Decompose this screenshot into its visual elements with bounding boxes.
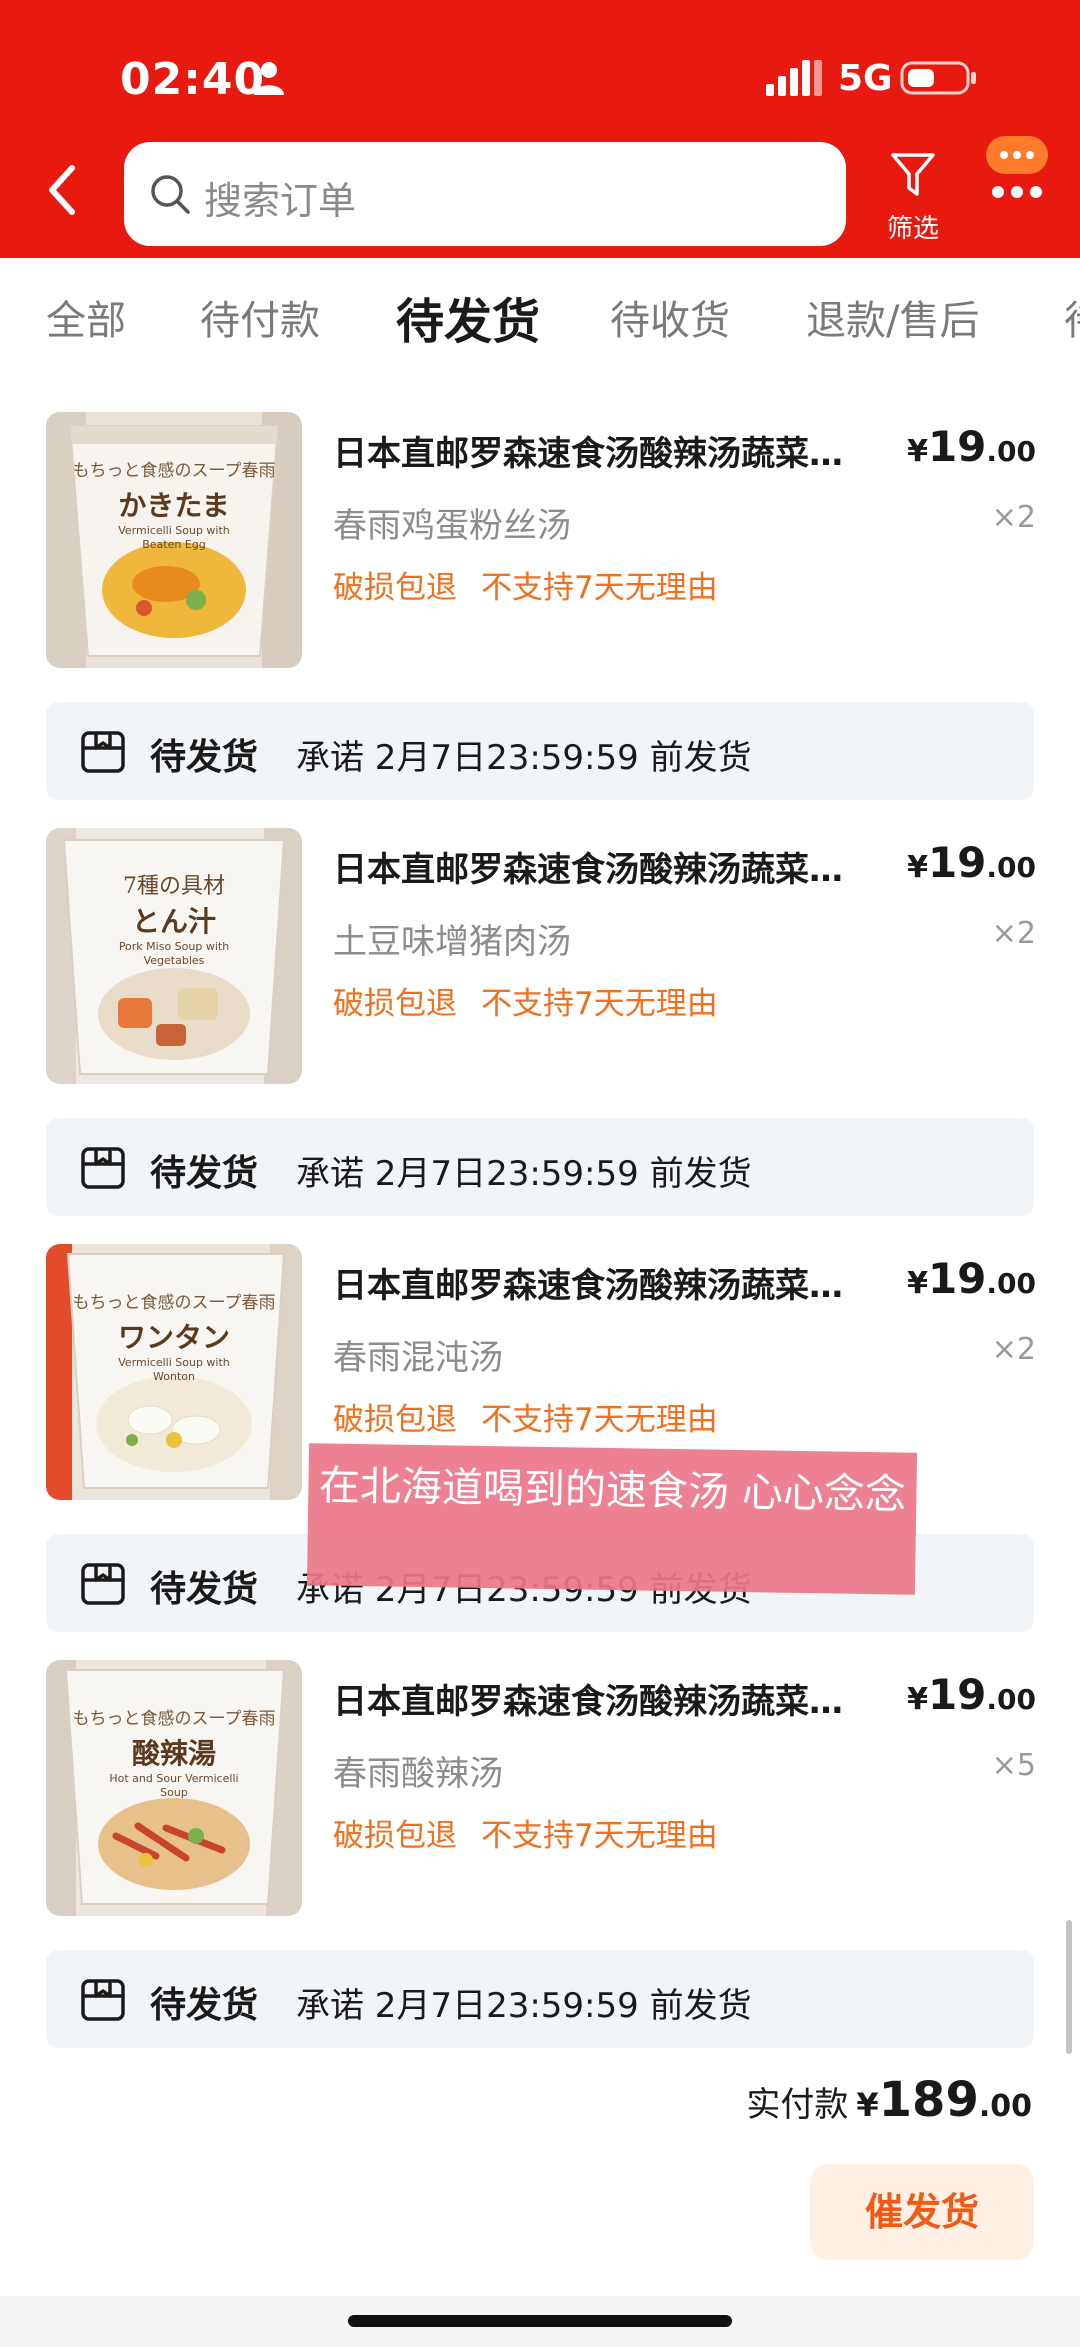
thumb-top-text: もちっと食感のスープ春雨 <box>72 461 276 481</box>
tag-no-7day-return: 不支持7天无理由 <box>481 1402 718 1438</box>
order-total: 实付款 ¥189.00 <box>746 2072 1032 2128</box>
order-item[interactable]: もちっと食感のスープ春雨 かきたま Vermicelli Soup with B… <box>0 412 1080 672</box>
tab-refund-aftersales[interactable]: 退款/售后 <box>806 288 979 346</box>
product-quantity: ×5 <box>991 1748 1036 1783</box>
tag-damage-refund: 破损包退 <box>333 570 457 606</box>
product-price: ¥19.00 <box>907 1254 1036 1303</box>
product-title[interactable]: 日本直邮罗森速食汤酸辣汤蔬菜… <box>333 426 903 475</box>
thumb-sub-text: Vermicelli Soup with Wonton <box>118 1356 230 1383</box>
app-header: 02:40 5G 搜索订单 筛选 <box>0 0 1080 258</box>
product-price: ¥19.00 <box>907 838 1036 887</box>
search-placeholder: 搜索订单 <box>204 179 357 223</box>
order-tabs: 全部 待付款 待发货 待收货 退款/售后 待 <box>0 258 1080 378</box>
tab-partial[interactable]: 待 <box>1064 288 1080 346</box>
scrollbar[interactable] <box>1066 1920 1072 2054</box>
product-price: ¥19.00 <box>907 1670 1036 1719</box>
thumb-main-text: 酸辣湯 <box>131 1737 216 1770</box>
back-arrow-icon[interactable] <box>40 160 84 220</box>
service-tags: 破损包退 不支持7天无理由 <box>333 1394 718 1439</box>
tag-no-7day-return: 不支持7天无理由 <box>481 1818 718 1854</box>
ship-status: 待发货 <box>150 1153 259 1194</box>
thumb-top-text: 7種の具材 <box>123 874 225 899</box>
thumb-main-text: とん汁 <box>131 905 216 938</box>
urge-shipment-button[interactable]: 催发货 <box>810 2164 1034 2260</box>
package-icon <box>81 1979 125 2021</box>
ship-promise: 承诺 2月7日23:59:59 前发货 <box>296 1154 752 1194</box>
thumb-main-text: かきたま <box>118 489 230 522</box>
thumb-sub-text: Vermicelli Soup with Beaten Egg <box>118 524 230 551</box>
order-item[interactable]: もちっと食感のスープ春雨 酸辣湯 Hot and Sour Vermicelli… <box>0 1660 1080 1920</box>
product-quantity: ×2 <box>991 916 1036 951</box>
tab-pending-shipment[interactable]: 待发货 <box>396 282 540 352</box>
product-title[interactable]: 日本直邮罗森速食汤酸辣汤蔬菜… <box>333 1674 903 1723</box>
thumb-sub-text: Pork Miso Soup with Vegetables <box>118 940 230 967</box>
shipping-status-bar: 待发货 承诺 2月7日23:59:59 前发货 <box>46 1118 1034 1216</box>
tab-pending-payment[interactable]: 待付款 <box>200 288 320 346</box>
tag-damage-refund: 破损包退 <box>333 986 457 1022</box>
product-variant: 春雨酸辣汤 <box>333 1754 503 1794</box>
network-type: 5G <box>838 58 893 99</box>
filter-button[interactable]: 筛选 <box>880 146 946 246</box>
shipping-status-bar: 待发货 承诺 2月7日23:59:59 前发货 <box>46 1950 1034 2048</box>
ship-promise: 承诺 2月7日23:59:59 前发货 <box>296 1986 752 2026</box>
status-bar: 02:40 5G <box>0 0 1080 140</box>
overlay-caption: 在北海道喝到的速食汤 心心念念 <box>306 1443 918 1595</box>
service-tags: 破损包退 不支持7天无理由 <box>333 562 718 607</box>
tag-no-7day-return: 不支持7天无理由 <box>481 570 718 606</box>
thumb-top-text: もちっと食感のスープ春雨 <box>72 1709 276 1729</box>
person-icon <box>254 62 284 95</box>
package-icon <box>81 1563 125 1605</box>
tag-no-7day-return: 不支持7天无理由 <box>481 986 718 1022</box>
product-title[interactable]: 日本直邮罗森速食汤酸辣汤蔬菜… <box>333 842 903 891</box>
order-item[interactable]: 7種の具材 とん汁 Pork Miso Soup with Vegetables… <box>0 828 1080 1088</box>
ship-status: 待发货 <box>150 1569 259 1610</box>
filter-label: 筛选 <box>886 214 939 244</box>
tab-all[interactable]: 全部 <box>46 288 126 346</box>
total-amount: 189 <box>878 2072 979 2128</box>
total-label: 实付款 <box>746 2085 849 2125</box>
thumb-main-text: ワンタン <box>117 1321 230 1354</box>
product-variant: 春雨混沌汤 <box>333 1338 503 1378</box>
home-indicator[interactable] <box>348 2315 732 2327</box>
ship-promise: 承诺 2月7日23:59:59 前发货 <box>296 738 752 778</box>
ship-status: 待发货 <box>150 737 259 778</box>
product-price: ¥19.00 <box>907 422 1036 471</box>
product-thumbnail[interactable]: もちっと食感のスープ春雨 ワンタン Vermicelli Soup with W… <box>46 1244 302 1500</box>
battery-icon <box>900 61 976 95</box>
package-icon <box>81 731 125 773</box>
product-thumbnail[interactable]: もちっと食感のスープ春雨 酸辣湯 Hot and Sour Vermicelli… <box>46 1660 302 1916</box>
ship-status: 待发货 <box>150 1985 259 2026</box>
thumb-sub-text: Hot and Sour Vermicelli Soup <box>109 1772 239 1799</box>
thumb-top-text: もちっと食感のスープ春雨 <box>72 1293 276 1313</box>
product-quantity: ×2 <box>991 500 1036 535</box>
product-title[interactable]: 日本直邮罗森速食汤酸辣汤蔬菜… <box>333 1258 903 1307</box>
search-input[interactable]: 搜索订单 <box>124 142 846 246</box>
tag-damage-refund: 破损包退 <box>333 1402 457 1438</box>
product-variant: 土豆味增猪肉汤 <box>333 922 571 962</box>
service-tags: 破损包退 不支持7天无理由 <box>333 1810 718 1855</box>
product-variant: 春雨鸡蛋粉丝汤 <box>333 506 571 546</box>
product-thumbnail[interactable]: 7種の具材 とん汁 Pork Miso Soup with Vegetables <box>46 828 302 1084</box>
signal-icon <box>766 60 822 96</box>
search-icon <box>151 175 190 214</box>
product-thumbnail[interactable]: もちっと食感のスープ春雨 かきたま Vermicelli Soup with B… <box>46 412 302 668</box>
shipping-status-bar: 待发货 承诺 2月7日23:59:59 前发货 <box>46 702 1034 800</box>
status-time: 02:40 <box>120 54 266 105</box>
filter-icon <box>891 153 935 196</box>
product-quantity: ×2 <box>991 1332 1036 1367</box>
service-tags: 破损包退 不支持7天无理由 <box>333 978 718 1023</box>
tab-pending-receipt[interactable]: 待收货 <box>610 288 730 346</box>
package-icon <box>81 1147 125 1189</box>
tag-damage-refund: 破损包退 <box>333 1818 457 1854</box>
more-menu-icon[interactable] <box>982 134 1052 204</box>
